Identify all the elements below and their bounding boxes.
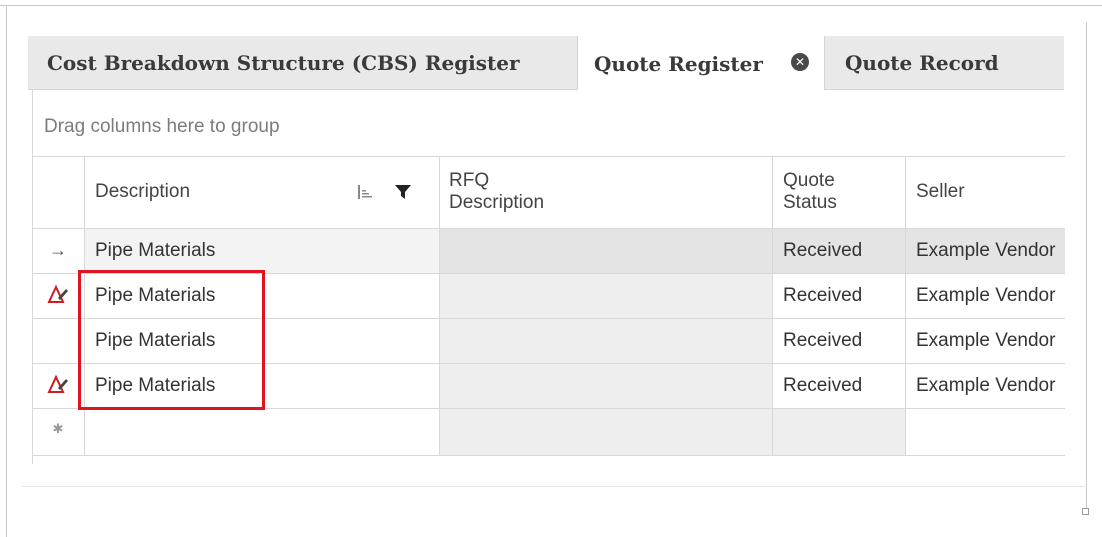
highlight-box: [78, 270, 265, 410]
group-by-panel[interactable]: Drag columns here to group: [44, 116, 280, 138]
readonly-cell: [439, 364, 772, 408]
tab-quote-record[interactable]: Quote Record: [825, 36, 1064, 90]
readonly-cell: [439, 274, 772, 318]
tab-label: Quote Register: [594, 51, 763, 76]
new-row-asterisk-icon: ✱: [52, 421, 64, 436]
column-header-seller[interactable]: Seller: [916, 156, 1065, 228]
column-header-description[interactable]: Description: [95, 156, 425, 228]
readonly-cell: [439, 228, 772, 273]
readonly-cell: [772, 409, 905, 456]
tab-label: Quote Record: [845, 51, 999, 75]
table-cell-status[interactable]: Received: [783, 228, 903, 273]
column-header-quote-status[interactable]: Quote Status: [783, 156, 903, 228]
bottom-divider: [22, 486, 1088, 487]
readonly-cell: [439, 319, 772, 363]
table-cell-status[interactable]: Received: [783, 363, 903, 408]
table-cell-description[interactable]: Pipe Materials: [95, 228, 435, 273]
window-top-border: [0, 5, 1102, 6]
resize-handle[interactable]: [1082, 508, 1089, 515]
filter-icon[interactable]: [394, 183, 412, 201]
table-cell-seller[interactable]: Example Vendor: [916, 318, 1065, 363]
window-right-border: [1086, 22, 1087, 512]
window-left-border: [6, 5, 7, 537]
close-icon[interactable]: ✕: [791, 53, 809, 71]
table-cell-status[interactable]: Received: [783, 273, 903, 318]
tab-cbs-register[interactable]: Cost Breakdown Structure (CBS) Register: [28, 36, 577, 90]
edit-pencil-icon: [47, 284, 68, 303]
column-header-rfq-description[interactable]: RFQ Description: [449, 156, 749, 228]
tab-label: Cost Breakdown Structure (CBS) Register: [47, 51, 520, 75]
new-row-description-cell[interactable]: [85, 409, 439, 455]
table-cell-seller[interactable]: Example Vendor: [916, 228, 1065, 273]
tab-quote-register[interactable]: Quote Register ✕: [577, 36, 825, 91]
table-cell-seller[interactable]: Example Vendor: [916, 273, 1065, 318]
table-cell-status[interactable]: Received: [783, 318, 903, 363]
edit-pencil-icon: [47, 374, 68, 393]
table-cell-seller[interactable]: Example Vendor: [916, 363, 1065, 408]
current-row-arrow-icon: →: [49, 240, 67, 260]
readonly-cell: [439, 409, 772, 456]
sort-icon[interactable]: [356, 184, 374, 200]
document-tab-bar: Cost Breakdown Structure (CBS) Register …: [28, 36, 1064, 91]
